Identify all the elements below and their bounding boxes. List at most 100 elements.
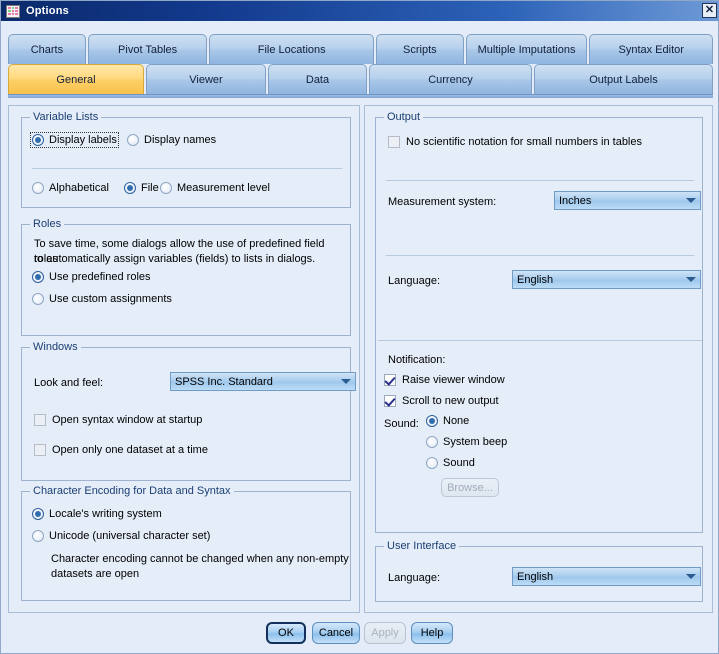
look-and-feel-combobox[interactable]: SPSS Inc. Standard: [170, 372, 356, 391]
checkbox-scroll-to-new-output[interactable]: Scroll to new output: [384, 395, 499, 407]
radio-label: Display labels: [49, 134, 117, 146]
radio-indicator: [32, 182, 44, 194]
measurement-system-combobox[interactable]: Inches: [554, 191, 701, 210]
radio-measurement-level[interactable]: Measurement level: [160, 182, 270, 194]
look-and-feel-label: Look and feel:: [34, 377, 104, 389]
tab-file-locations[interactable]: File Locations: [209, 34, 374, 64]
radio-indicator: [127, 134, 139, 146]
checkbox-no-scientific-notation[interactable]: No scientific notation for small numbers…: [388, 136, 642, 148]
notification-label: Notification:: [388, 354, 446, 366]
radio-indicator: [32, 271, 44, 283]
tab-data[interactable]: Data: [268, 64, 367, 94]
look-and-feel-value: SPSS Inc. Standard: [175, 375, 273, 388]
radio-sound-sound[interactable]: Sound: [426, 457, 475, 469]
table-grid-icon: [6, 4, 20, 18]
radio-indicator: [426, 415, 438, 427]
checkbox-label: Open syntax window at startup: [52, 414, 203, 426]
radio-use-custom-assignments[interactable]: Use custom assignments: [32, 293, 172, 305]
ui-language-label: Language:: [388, 572, 440, 584]
radio-label: System beep: [443, 436, 508, 448]
radio-indicator: [32, 293, 44, 305]
divider: [32, 168, 342, 169]
tab-syntax-editor[interactable]: Syntax Editor: [589, 34, 714, 64]
radio-label: Use custom assignments: [49, 293, 172, 305]
encoding-note-line1: Character encoding cannot be changed whe…: [51, 553, 349, 565]
tab-underline: [8, 94, 713, 98]
tab-pivot-tables[interactable]: Pivot Tables: [87, 34, 208, 64]
radio-indicator: [124, 182, 136, 194]
ok-button[interactable]: OK: [266, 622, 306, 644]
checkbox-open-one-dataset[interactable]: Open only one dataset at a time: [34, 444, 208, 456]
roles-description-line2: to automatically assign variables (field…: [34, 253, 316, 265]
checkbox-raise-viewer-window[interactable]: Raise viewer window: [384, 374, 505, 386]
group-title-output: Output: [384, 111, 424, 123]
radio-indicator: [32, 530, 44, 542]
radio-display-labels[interactable]: Display labels: [30, 132, 119, 148]
radio-indicator: [160, 182, 172, 194]
radio-alphabetical[interactable]: Alphabetical: [32, 182, 109, 194]
group-variable-lists: Variable Lists Display labels Display na…: [21, 111, 351, 208]
tab-row-lower: General Viewer Data Currency Output Labe…: [8, 64, 713, 94]
output-language-value: English: [517, 273, 554, 286]
radio-label: Alphabetical: [49, 182, 109, 194]
title-bar: Options ✕: [1, 1, 719, 21]
tab-label: General: [56, 73, 96, 86]
ui-language-value: English: [517, 570, 554, 583]
apply-button: Apply: [364, 622, 406, 644]
radio-file[interactable]: File: [124, 182, 159, 194]
encoding-note-line2: datasets are open: [51, 568, 140, 580]
checkbox-label: No scientific notation for small numbers…: [406, 136, 642, 148]
sound-label: Sound:: [384, 418, 419, 430]
tab-label: Output Labels: [589, 73, 658, 86]
tab-label: Charts: [30, 43, 64, 56]
options-content: Variable Lists Display labels Display na…: [8, 105, 713, 613]
radio-sound-none[interactable]: None: [426, 415, 469, 427]
radio-indicator: [426, 457, 438, 469]
checkbox-label: Open only one dataset at a time: [52, 444, 208, 456]
tab-output-labels[interactable]: Output Labels: [534, 64, 713, 94]
browse-button[interactable]: Browse...: [441, 478, 499, 497]
tab-general[interactable]: General: [8, 64, 144, 94]
cancel-button[interactable]: Cancel: [312, 622, 360, 644]
divider: [386, 180, 694, 181]
help-button[interactable]: Help: [411, 622, 453, 644]
group-windows: Windows Look and feel: SPSS Inc. Standar…: [21, 341, 356, 481]
tab-bar: Charts Pivot Tables File Locations Scrip…: [8, 28, 714, 100]
radio-use-predefined-roles[interactable]: Use predefined roles: [32, 271, 151, 283]
radio-label: Unicode (universal character set): [49, 530, 211, 542]
group-output: Output No scientific notation for small …: [375, 111, 703, 533]
radio-label: File: [141, 182, 159, 194]
measurement-system-label: Measurement system:: [388, 196, 497, 208]
group-title-character-encoding: Character Encoding for Data and Syntax: [30, 485, 234, 497]
radio-indicator: [426, 436, 438, 448]
radio-label: Display names: [144, 134, 217, 146]
chevron-down-icon: [682, 574, 700, 579]
checkbox-indicator: [384, 395, 396, 407]
tab-viewer[interactable]: Viewer: [146, 64, 266, 94]
output-language-combobox[interactable]: English: [512, 270, 701, 289]
radio-unicode[interactable]: Unicode (universal character set): [32, 530, 210, 542]
radio-label: Sound: [443, 457, 475, 469]
ui-language-combobox[interactable]: English: [512, 567, 701, 586]
tab-label: Pivot Tables: [118, 43, 178, 56]
tab-row-upper: Charts Pivot Tables File Locations Scrip…: [8, 34, 714, 64]
tab-multiple-imputations[interactable]: Multiple Imputations: [465, 34, 588, 64]
checkbox-open-syntax-window[interactable]: Open syntax window at startup: [34, 414, 202, 426]
group-title-variable-lists: Variable Lists: [30, 111, 102, 123]
radio-label: None: [443, 415, 470, 427]
checkbox-indicator: [388, 136, 400, 148]
radio-display-names[interactable]: Display names: [127, 134, 216, 146]
measurement-system-value: Inches: [559, 194, 592, 207]
close-icon[interactable]: ✕: [702, 3, 717, 18]
options-dialog-window: Options ✕ Charts Pivot Tables File Locat…: [0, 0, 719, 654]
divider: [386, 255, 694, 256]
tab-scripts[interactable]: Scripts: [375, 34, 464, 64]
tab-label: Currency: [428, 73, 473, 86]
chevron-down-icon: [682, 277, 700, 282]
tab-charts[interactable]: Charts: [8, 34, 86, 64]
radio-sound-system-beep[interactable]: System beep: [426, 436, 507, 448]
tab-currency[interactable]: Currency: [369, 64, 532, 94]
radio-locale-writing-system[interactable]: Locale's writing system: [32, 508, 162, 520]
left-pane: Variable Lists Display labels Display na…: [8, 105, 360, 613]
checkbox-label: Raise viewer window: [402, 374, 505, 386]
